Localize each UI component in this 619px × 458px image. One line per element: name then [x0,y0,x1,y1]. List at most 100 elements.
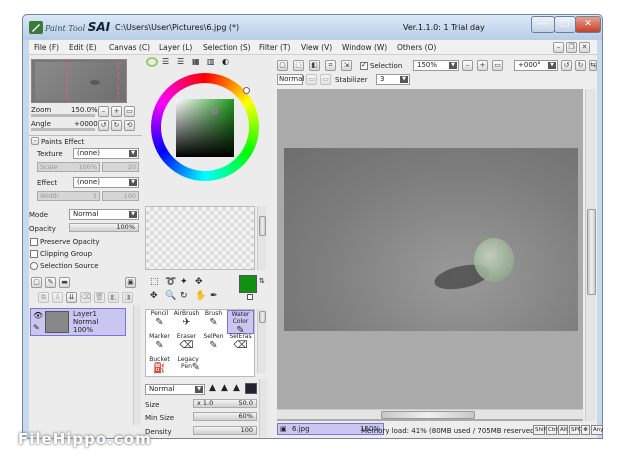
density-slider[interactable]: 100 [193,426,257,435]
navigator-preview[interactable] [31,59,127,103]
canvas-angle-select[interactable]: +000° ▼ [514,60,558,71]
new-linework-icon[interactable]: ✎ [45,277,56,288]
preserve-opacity-checkbox[interactable] [30,238,38,246]
layer-scrollbar[interactable] [133,305,141,425]
select-all-icon[interactable]: ▢ [277,60,288,71]
brush-shape-2-icon[interactable]: ▲ [221,383,228,393]
tool-airbrush[interactable]: AirBrush ✈ [173,310,200,334]
delete-layer-icon[interactable]: 🗑 [94,292,105,303]
hsv-slider-tab-icon[interactable]: ☰ [177,57,184,66]
zoom-in-icon[interactable]: + [111,106,122,117]
move-tool-icon[interactable]: ✥ [150,291,158,301]
secondary-color-swatch[interactable] [247,294,253,300]
tool-marker[interactable]: Marker ✎ [146,333,173,357]
zoom-reset-icon[interactable]: ▭ [124,106,135,117]
menu-edit[interactable]: Edit (E) [69,43,97,52]
menu-layer[interactable]: Layer (L) [159,43,192,52]
rotate-reset-icon[interactable]: ⟲ [124,120,135,131]
pen-pressure-icon[interactable]: ▭ [306,74,317,85]
brush-shape-3-icon[interactable]: ▲ [233,383,240,393]
tool-legacy-pen[interactable]: Legacy Pen ✎ [173,356,201,380]
canvas-fit-icon[interactable]: ▭ [492,60,503,71]
menu-canvas[interactable]: Canvas (C) [109,43,150,52]
transform-icon[interactable]: ⇲ [341,60,352,71]
layer-row[interactable]: 👁 ✎ Layer1 Normal 100% [30,308,126,336]
copy-layer-icon[interactable]: ⧉ [38,292,49,303]
menu-close-icon[interactable]: ✕ [579,42,590,53]
hand-icon[interactable]: ✋ [195,291,206,301]
close-button[interactable]: ✕ [575,16,601,33]
tool-scrollbar[interactable] [257,309,266,373]
texture-select[interactable]: (none) ▼ [73,148,139,159]
rotate-left-icon[interactable]: ↺ [98,120,109,131]
opacity-slider[interactable]: 100% [69,223,139,232]
tool-eraser[interactable]: Eraser ⌫ [173,333,200,357]
crop-icon[interactable]: ⌗ [325,60,336,71]
apply-mask-icon[interactable]: ◨ [122,292,133,303]
stabilizer-select[interactable]: 3 ▼ [376,74,410,85]
select-rect-icon[interactable]: ⬚ [150,277,159,287]
menu-restore-icon[interactable]: ❐ [566,42,577,53]
canvas-area[interactable] [277,89,583,421]
canvas-vertical-scrollbar[interactable] [585,89,596,421]
tool-bucket[interactable]: Bucket ⛽ [146,356,173,380]
tool-watercolor[interactable]: Water Color ✎ [227,310,254,336]
eye-icon[interactable]: 👁 [33,311,43,320]
menu-window[interactable]: Window (W) [342,43,387,52]
canvas-rotate-left-icon[interactable]: ↺ [561,60,572,71]
transfer-down-icon[interactable]: ⇩ [52,292,63,303]
new-layer-icon[interactable]: ▢ [31,277,42,288]
tool-seleras[interactable]: SelEras ⌫ [227,333,254,357]
layer-options-icon[interactable]: ▣ [125,277,136,288]
merge-down-icon[interactable]: ⇊ [66,292,77,303]
minimize-button[interactable]: — [531,16,555,33]
paint-effect-header[interactable]: – Paints Effect [29,135,142,146]
new-folder-icon[interactable]: ▬ [59,277,70,288]
canvas-flip-icon[interactable]: ⇆ [589,60,597,71]
canvas-horizontal-scrollbar[interactable] [277,409,583,419]
primary-color-swatch[interactable] [239,275,257,293]
line-mode-icon[interactable]: ▭ [320,74,331,85]
collapse-icon[interactable]: – [31,137,39,145]
invert-selection-icon[interactable]: ◧ [309,60,320,71]
rotate-icon[interactable]: ↻ [180,291,188,301]
menu-file[interactable]: File (F) [34,43,59,52]
zoom-out-icon[interactable]: – [98,106,109,117]
angle-slider[interactable] [31,128,95,131]
tool-selpen[interactable]: SelPen ✎ [200,333,227,357]
selection-source-checkbox[interactable] [30,262,38,270]
lasso-icon[interactable]: ➰ [165,277,176,287]
menu-selection[interactable]: Selection (S) [203,43,251,52]
tool-brush[interactable]: Brush ✎ [200,310,227,334]
swatch-tab-icon[interactable]: ▥ [207,57,215,66]
brush-scrollbar[interactable] [259,379,267,437]
clipping-group-checkbox[interactable] [30,250,38,258]
color-wheel-tab-icon[interactable] [146,57,158,67]
menu-minimize-icon[interactable]: – [553,42,564,53]
hue-picker-cursor[interactable] [243,87,250,94]
move-icon[interactable]: ✥ [195,277,203,287]
zoom-icon[interactable]: 🔍 [165,291,176,301]
color-wheel[interactable] [151,73,259,181]
selection-checkbox[interactable]: ✓ [360,61,368,70]
brush-shape-4-icon[interactable] [245,383,257,394]
layer-mask-icon[interactable]: ◧ [108,292,119,303]
brush-mode-select[interactable]: Normal ▼ [145,384,205,395]
maximize-button[interactable]: □ [554,16,576,33]
swap-colors-icon[interactable]: ⇅ [259,277,265,285]
scratchpad[interactable] [145,206,255,270]
color-square[interactable] [176,99,234,157]
layer-mode-select[interactable]: Normal ▼ [69,209,139,220]
scratchpad-tab-icon[interactable]: ◐ [222,57,229,66]
eyedropper-icon[interactable]: ✒ [210,291,218,301]
clear-layer-icon[interactable]: ⌫ [80,292,91,303]
effect-select[interactable]: (none) ▼ [73,177,139,188]
magic-wand-icon[interactable]: ✦ [180,277,188,287]
scratchpad-scrollbar[interactable] [257,206,266,270]
deselect-icon[interactable]: ⬚ [293,60,304,71]
canvas-zoom-out-icon[interactable]: – [462,60,473,71]
min-size-slider[interactable]: 60% [193,412,257,421]
palette-tab-icon[interactable]: ▦ [192,57,200,66]
canvas-rotate-right-icon[interactable]: ↻ [575,60,586,71]
tool-pencil[interactable]: Pencil ✎ [146,310,173,334]
